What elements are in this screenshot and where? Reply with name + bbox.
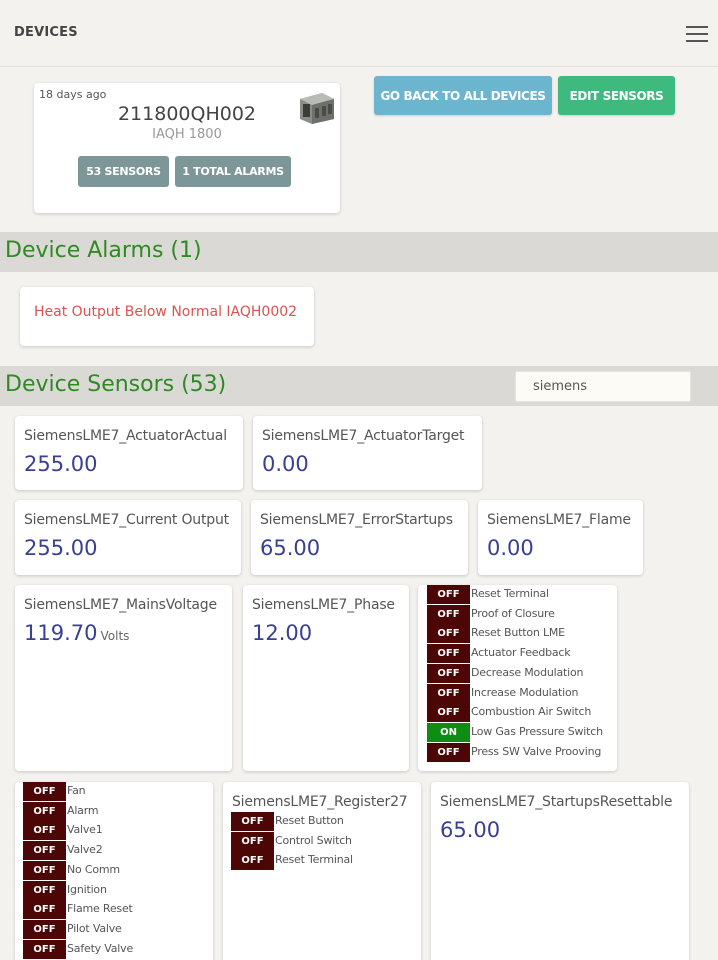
go-back-button[interactable]: GO BACK TO ALL DEVICES [374,76,552,115]
device-id: 211800QH002 [117,103,257,125]
sensor-value: 12.00 [252,621,313,645]
switch-state-indicator: OFF [427,703,470,723]
switch-label: Reset Terminal [471,587,549,600]
sensor-card[interactable]: SiemensLME7_ErrorStartups 65.00 [251,500,468,575]
sensors-count-button[interactable]: 53 SENSORS [78,156,169,187]
switch-label: Proof of Closure [471,606,555,620]
sensor-name: SiemensLME7_ErrorStartups [260,512,453,528]
switch-label: Pilot Valve [67,921,122,935]
sensor-card[interactable]: SiemensLME7_ActuatorTarget 0.00 [253,416,482,490]
switch-label: Low Gas Pressure Switch [471,724,603,738]
edit-sensors-button[interactable]: EDIT SENSORS [558,76,675,115]
sensor-value: 0.00 [262,452,309,476]
switch-state-indicator: OFF [427,604,470,624]
switch-row: OFF Actuator Feedback [427,644,718,664]
alarms-heading: Device Alarms (1) [5,238,202,263]
switch-state-indicator: OFF [231,812,274,831]
switch-state-indicator: OFF [23,821,66,841]
device-model: IAQH 1800 [152,127,222,142]
inputs-switch-card: OFF Reset Terminal OFF Proof of Closure OFF R… [418,585,617,771]
switch-label: No Comm [67,862,120,876]
sensor-name: SiemensLME7_Register27 [232,794,408,810]
switch-state-indicator: OFF [427,624,470,644]
switch-state-indicator: OFF [23,782,66,801]
switch-row: ON Low Gas Pressure Switch [427,722,718,742]
sensor-name: SiemensLME7_MainsVoltage [24,597,217,613]
switch-state-indicator: OFF [427,683,470,703]
sensor-value: 65.00 [260,536,321,560]
sensor-value: 119.70 Volts [24,621,130,645]
switch-row: OFF Reset Button LME [427,624,718,644]
register27-card[interactable]: SiemensLME7_Register27 OFF Reset Button OF… [223,782,421,960]
switch-state-indicator: OFF [23,880,66,900]
switch-label: Valve2 [67,843,103,857]
hamburger-icon[interactable] [686,26,708,42]
switch-state-indicator: OFF [23,900,66,920]
sensor-card[interactable]: SiemensLME7_StartupsResettable 65.00 [431,782,689,960]
switch-state-indicator: OFF [23,841,66,861]
device-card: 18 days ago 211800QH002 IAQH 1800 53 SEN… [34,83,340,213]
switch-label: Reset Button LME [471,626,565,640]
switch-row: OFF Reset Terminal [427,585,718,604]
switch-label: Safety Valve [67,941,134,955]
switch-state-indicator: OFF [23,939,66,959]
outputs-switch-card: OFF Fan OFF Alarm OFF Valve1 OFF Valve2 OFF No Co… [15,782,213,960]
switch-label: Alarm [67,803,99,817]
sensor-value: 255.00 [24,536,98,560]
switch-state-indicator: OFF [23,919,66,939]
switch-label: Reset Button [275,814,344,827]
switch-label: Control Switch [275,833,352,847]
alarms-section-header: Device Alarms (1) [0,232,718,272]
switch-label: Press SW Valve Prooving [471,744,602,758]
switch-label: Increase Modulation [471,685,579,699]
sensor-name: SiemensLME7_ActuatorActual [24,428,227,444]
sensor-unit: Volts [100,629,130,643]
switch-state-indicator: OFF [231,851,274,871]
switch-state-indicator: OFF [231,831,274,851]
switch-label: Flame Reset [67,902,133,916]
switch-label: Valve1 [67,823,103,837]
device-image-icon [300,93,334,124]
switch-label: Decrease Modulation [471,665,584,679]
switch-state-indicator: OFF [23,801,66,821]
switch-state-indicator: OFF [427,585,470,604]
switch-row: OFF Proof of Closure [427,604,718,624]
sensors-heading: Device Sensors (53) [5,372,227,397]
alarm-text: Heat Output Below Normal IAQH0002 [34,304,298,320]
sensor-name: SiemensLME7_Phase [252,597,395,613]
sensor-name: SiemensLME7_ActuatorTarget [262,428,465,444]
switch-label: Fan [67,784,86,797]
sensor-name: SiemensLME7_Current Output [24,512,229,528]
switch-state-indicator: OFF [427,644,470,664]
sensor-value: 0.00 [487,536,534,560]
sensor-value: 65.00 [440,818,501,842]
alarms-count-button[interactable]: 1 TOTAL ALARMS [175,156,291,187]
switch-label: Reset Terminal [275,853,353,867]
page-title: DEVICES [14,25,78,40]
sensor-card[interactable]: SiemensLME7_ActuatorActual 255.00 [15,416,243,490]
switch-state-indicator: OFF [427,742,470,762]
switch-label: Actuator Feedback [471,646,571,660]
switch-state-indicator: ON [427,722,470,742]
sensor-card[interactable]: SiemensLME7_Phase 12.00 [243,585,409,771]
sensor-search-input[interactable] [515,371,691,402]
switch-label: Ignition [67,882,107,896]
switch-state-indicator: OFF [23,860,66,880]
switch-row: OFF Increase Modulation [427,683,718,703]
switch-row: OFF Decrease Modulation [427,663,718,683]
sensor-name: SiemensLME7_StartupsResettable [440,794,673,810]
switch-label: Combustion Air Switch [471,705,592,719]
switch-state-indicator: OFF [427,663,470,683]
last-updated: 18 days ago [39,88,107,101]
sensor-name: SiemensLME7_Flame [487,512,631,528]
top-bar: DEVICES [0,0,718,67]
sensor-card[interactable]: SiemensLME7_MainsVoltage 119.70 Volts [15,585,232,771]
alarm-card[interactable]: Heat Output Below Normal IAQH0002 [20,287,314,346]
sensor-card[interactable]: SiemensLME7_Current Output 255.00 [15,500,241,575]
sensor-value: 255.00 [24,452,98,476]
switch-row: OFF Combustion Air Switch [427,703,718,723]
switch-row: OFF Press SW Valve Prooving [427,742,718,762]
sensor-card[interactable]: SiemensLME7_Flame 0.00 [478,500,643,575]
